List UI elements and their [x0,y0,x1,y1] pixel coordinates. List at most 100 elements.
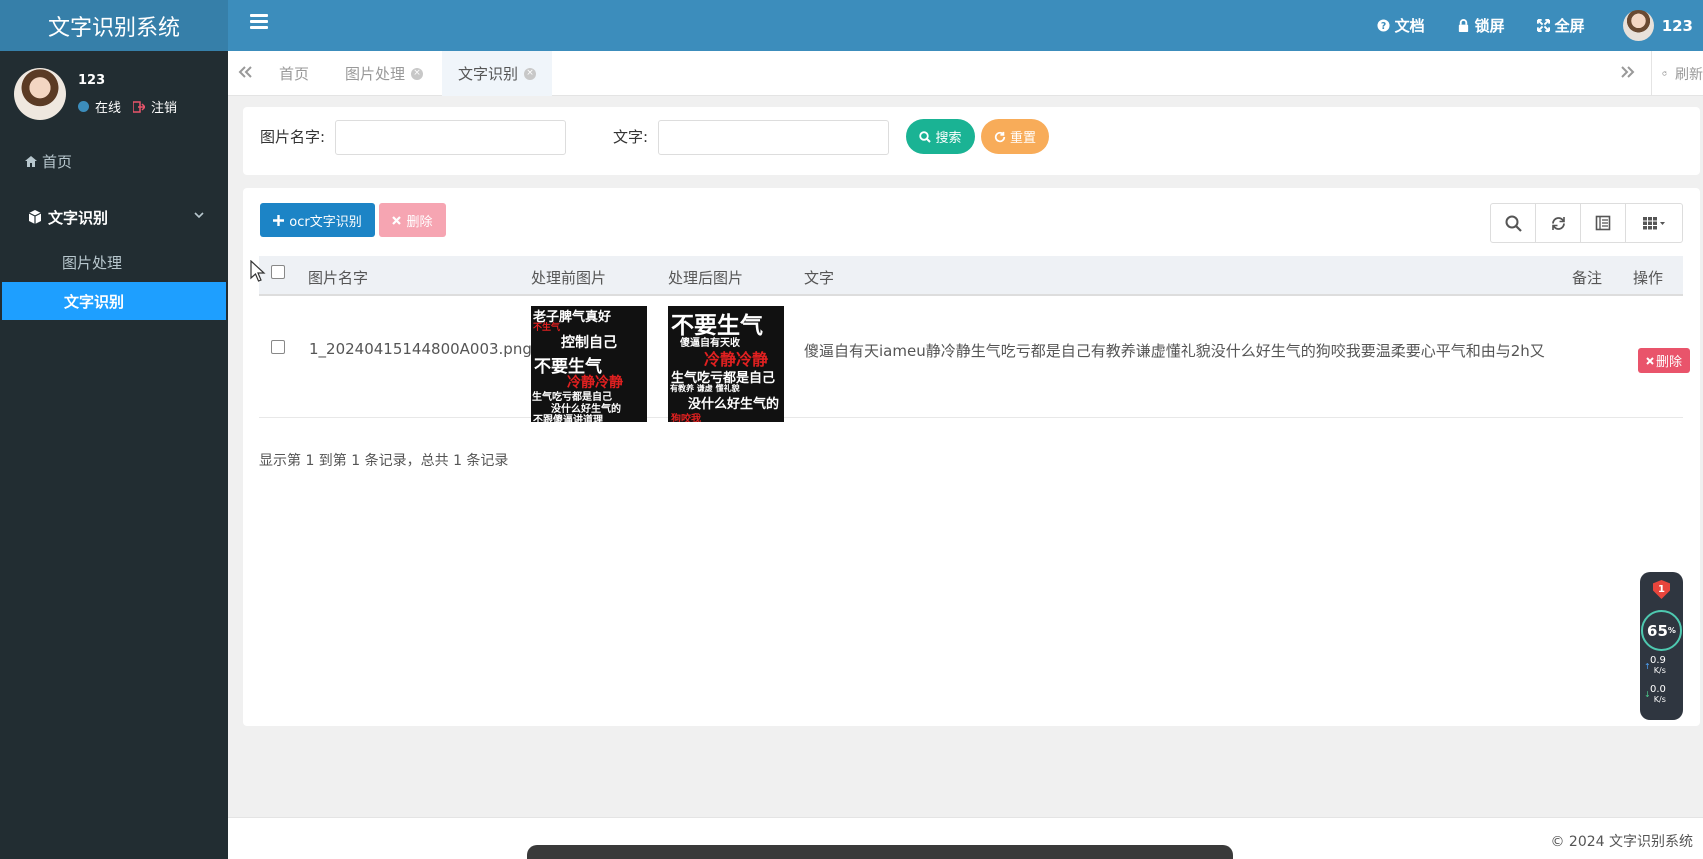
column-header[interactable]: 图片名字 [308,267,368,288]
sidebar: 123 在线 注销 首页 文字识别 图片处理 文字识别 [0,51,228,859]
network-monitor-widget[interactable]: 1 65% ↑ 0.9 K/s ↓ 0.0 K/s [1640,572,1683,720]
column-header[interactable]: 处理前图片 [531,267,606,288]
refresh-icon [1551,216,1565,230]
tab-label: 文字识别 [458,65,519,83]
shield-icon[interactable]: 1 [1653,580,1670,599]
tab-home[interactable]: 首页 [263,51,325,96]
copyright-text: © 2024 文字识别系统 [1550,834,1693,850]
user-avatar [14,68,66,120]
sidebar-group-ocr[interactable]: 文字识别 [0,197,228,237]
column-header[interactable]: 处理后图片 [668,267,743,288]
table-search-button[interactable] [1491,204,1536,242]
search-icon [919,130,932,143]
image-name-cell: 1_20240415144800A003.png [309,340,532,358]
table-header: 图片名字 处理前图片 处理后图片 文字 备注 操作 [259,256,1683,296]
cpu-gauge: 65% [1641,610,1682,651]
fullscreen-label: 全屏 [1554,17,1585,35]
batch-delete-button[interactable]: 删除 [379,203,446,237]
user-status: 在线 注销 [78,97,177,116]
user-menu[interactable]: 123 [1622,10,1693,41]
close-icon[interactable]: × [524,67,537,80]
tab-text-recognition[interactable]: 文字识别 × [442,51,553,96]
bottom-scroll-handle[interactable] [527,845,1233,859]
table-row: 1_20240415144800A003.png 老子脾气真好 不生气 控制自己… [259,296,1690,422]
thumb-text: 不生气 [533,323,561,333]
reset-button[interactable]: 重置 [981,119,1049,154]
shield-badge: 1 [1658,584,1665,595]
search-icon [1505,215,1522,232]
refresh-tab-button[interactable]: 刷新 [1651,51,1703,96]
download-unit: K/s [1653,695,1666,704]
columns-toggle-button[interactable] [1626,204,1682,242]
lock-screen-label: 锁屏 [1474,17,1505,35]
fullscreen-link[interactable]: 全屏 [1536,15,1585,36]
upload-value: 0.9 [1650,655,1666,666]
sidebar-item-label: 文字识别 [64,292,125,311]
thumb-text: 控制自己 [561,335,617,351]
table-panel: ocr文字识别 删除 图片名字 处理前图片 处理后图片 文字 备注 操作 1_2… [243,188,1700,726]
text-input[interactable] [658,120,889,155]
tab-prev-icon[interactable] [236,63,254,81]
question-circle-icon: ? [1377,19,1390,32]
cpu-percent: 65 [1647,621,1668,640]
ocr-add-label: ocr文字识别 [289,214,362,230]
before-image[interactable]: 老子脾气真好 不生气 控制自己 不要生气 冷静冷静 生气吃亏都是自己 没什么好生… [531,306,647,422]
column-header[interactable]: 备注 [1572,267,1602,288]
chevron-down-icon [194,212,204,219]
sidebar-username: 123 [78,73,106,88]
top-header: 文字识别系统 ? 文档 锁屏 全屏 123 [0,0,1703,51]
batch-delete-label: 删除 [406,214,433,230]
column-header[interactable]: 操作 [1633,267,1663,288]
refresh-label: 刷新 [1675,66,1703,83]
table-view-toggle-button[interactable] [1581,204,1626,242]
upload-speed: 0.9 K/s [1650,656,1666,676]
row-checkbox[interactable] [271,340,285,354]
header-username: 123 [1661,16,1693,35]
search-button-label: 搜索 [935,131,962,146]
thumb-text: 不跟傻逼讲道理 [533,415,603,422]
tab-image-process[interactable]: 图片处理 × [329,51,439,96]
search-button[interactable]: 搜索 [906,119,975,154]
docs-link[interactable]: ? 文档 [1377,15,1425,36]
row-delete-button[interactable]: 删除 [1638,348,1690,373]
cube-icon [28,210,42,224]
table-tools [1490,203,1683,243]
fullscreen-icon [1536,19,1550,32]
table-refresh-button[interactable] [1536,204,1581,242]
refresh-icon [994,131,1006,142]
after-image[interactable]: 不要生气 傻逼自有天收 冷静冷静 生气吃亏都是自己 有教养 谦虚 懂礼貌 没什么… [668,306,784,422]
download-speed: 0.0 K/s [1650,685,1666,705]
thumb-text: 狗咬我 [671,414,701,422]
download-value: 0.0 [1650,684,1666,695]
list-view-icon [1595,215,1611,231]
column-header[interactable]: 文字 [804,267,834,288]
logout-icon[interactable] [133,100,146,113]
grid-icon [1643,217,1665,230]
recognized-text-cell: 傻逼自有天iameu静冷静生气吃亏都是自己有教养谦虚懂礼貌没什么好生气的狗咬我要… [804,342,1545,360]
close-icon[interactable]: × [411,67,424,80]
docs-label: 文档 [1394,17,1425,35]
sidebar-item-text-recognition[interactable]: 文字识别 [2,282,226,320]
tab-label: 图片处理 [345,65,406,83]
lock-screen-link[interactable]: 锁屏 [1457,15,1505,36]
select-all-checkbox[interactable] [271,265,285,279]
reset-button-label: 重置 [1009,131,1036,146]
image-name-input[interactable] [335,120,566,155]
sidebar-item-label: 首页 [42,153,73,171]
cpu-percent-unit: % [1667,626,1676,635]
sidebar-item-home[interactable]: 首页 [25,151,72,172]
top-menu: ? 文档 锁屏 全屏 123 [1345,0,1703,51]
app-logo[interactable]: 文字识别系统 [0,0,228,51]
tab-bar: 首页 图片处理 × 文字识别 × 刷新 [228,51,1703,96]
ocr-add-button[interactable]: ocr文字识别 [260,203,375,237]
logout-link[interactable]: 注销 [151,97,177,116]
sidebar-group-label: 文字识别 [48,208,109,227]
sidebar-item-image-process[interactable]: 图片处理 [0,243,228,281]
online-label: 在线 [95,101,122,116]
menu-toggle-icon[interactable] [250,14,268,30]
tab-next-icon[interactable] [1618,63,1636,81]
text-label: 文字: [613,128,649,146]
times-icon [392,215,402,225]
tab-label: 首页 [279,65,310,83]
avatar [1622,10,1654,41]
